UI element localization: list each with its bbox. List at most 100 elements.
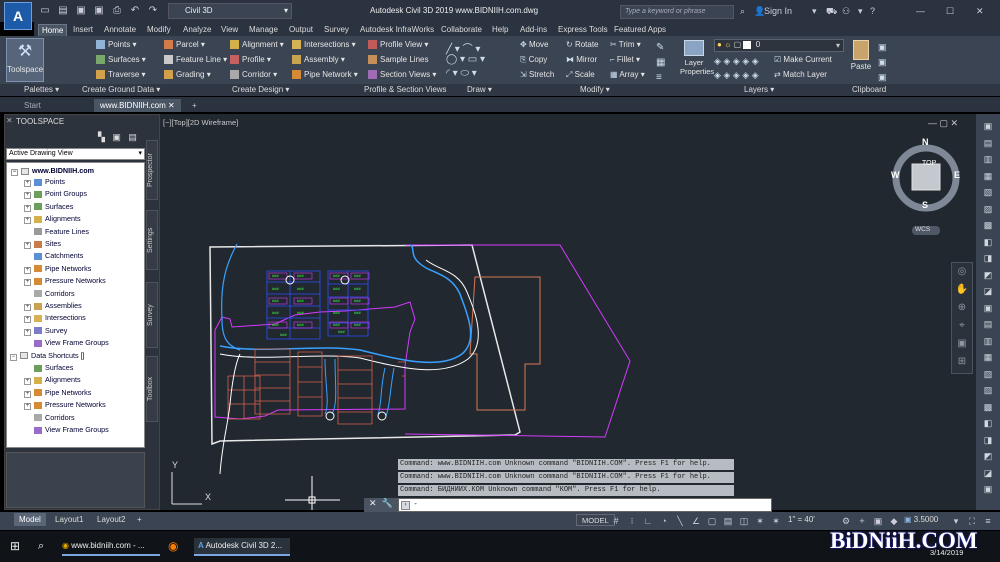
compass-south[interactable]: S [922, 200, 928, 210]
profile-view-button[interactable]: Profile View ▾ [368, 40, 428, 50]
layer-dropdown[interactable]: ● ☼ ▢ 0 ▾ [714, 39, 844, 52]
tree-item[interactable]: + Point Groups [24, 189, 87, 200]
tab-featured-apps[interactable]: Featured Apps [611, 24, 669, 36]
corridor-button[interactable]: Corridor ▾ [230, 70, 277, 80]
mirror-button[interactable]: ⧓ Mirror [566, 55, 597, 65]
isodraft-icon[interactable]: ╲ [674, 515, 686, 527]
redo-icon[interactable]: ↷ [146, 4, 160, 18]
points-button[interactable]: Points ▾ [96, 40, 136, 50]
profile-button[interactable]: Profile ▾ [230, 55, 271, 65]
panel-palettes[interactable]: Palettes ▾ [24, 85, 59, 95]
scale-button[interactable]: ⤢ Scale [566, 70, 595, 80]
tree-item[interactable]: Corridors [24, 289, 75, 298]
panel-modify[interactable]: Modify ▾ [580, 85, 610, 95]
tab-manage[interactable]: Manage [246, 24, 281, 36]
tab-analyze[interactable]: Analyze [180, 24, 214, 36]
clean-screen-icon[interactable]: ⛶ [966, 515, 978, 527]
quick-properties-icon[interactable]: ◆ [888, 515, 900, 527]
open-file-icon[interactable]: ▤ [56, 4, 70, 18]
tree-item[interactable]: + Intersections [24, 313, 86, 324]
side-tab-prospector[interactable]: Prospector [146, 140, 158, 200]
sign-in-button[interactable]: Sign In [764, 4, 792, 18]
alignment-button[interactable]: Alignment ▾ [230, 40, 284, 50]
panel-create-design[interactable]: Create Design ▾ [232, 85, 289, 95]
panel-draw[interactable]: Draw ▾ [467, 85, 492, 95]
stretch-button[interactable]: ⇲ Stretch [520, 70, 554, 80]
compass-north[interactable]: N [922, 137, 929, 147]
copy-button[interactable]: ⎘ Copy [520, 55, 547, 65]
tree-item[interactable]: + Points [24, 177, 65, 187]
tree-item[interactable]: + Pressure Networks [24, 276, 106, 287]
tree-item[interactable]: + Pipe Networks [24, 264, 91, 274]
layout-tab-layout1[interactable]: Layout1 [50, 513, 88, 526]
compass-east[interactable]: E [954, 170, 960, 180]
toolspace-button[interactable]: ⚒ Toolspace [6, 38, 44, 82]
side-tab-settings[interactable]: Settings [146, 210, 158, 270]
tab-insert[interactable]: Insert [70, 24, 96, 36]
parcel-button[interactable]: Parcel ▾ [164, 40, 205, 50]
layout-tab-layout2[interactable]: Layout2 [92, 513, 130, 526]
viewport-controls-label[interactable]: [−][Top][2D Wireframe] [163, 118, 238, 127]
a360-icon[interactable]: ⚇ [842, 4, 850, 18]
snap-icon[interactable]: ⁝ [626, 515, 638, 527]
tab-survey[interactable]: Survey [321, 24, 352, 36]
move-button[interactable]: ✥ Move [520, 40, 549, 50]
annotation-scale[interactable]: 1" = 40' [788, 515, 815, 524]
tree-item[interactable]: Feature Lines [24, 227, 89, 236]
panel-layers[interactable]: Layers ▾ [744, 85, 774, 95]
rotate-button[interactable]: ↻ Rotate [566, 40, 599, 50]
new-layout-button[interactable]: + [132, 513, 147, 526]
viewcube-top-label[interactable]: TOP [922, 160, 936, 167]
tool-palette-icons[interactable]: ▣ ▤ ▥ ▦ ▧ ▨ ▩ ◧ ◨ ◩ ◪ ▣ ▤ ▥ ▦ ▧ ▨ ▩ ◧ ◨ ◩ ◪ ▣ [976, 114, 1000, 498]
layer-tool-icons-row1[interactable]: ◈ ◈ ◈ ◈ ◈ [714, 56, 759, 67]
drawing-viewport[interactable]: ### ### ### ### ### ### ### ### ### ### ### ### #… [160, 114, 976, 510]
traverse-button[interactable]: Traverse ▾ [96, 70, 146, 80]
surfaces-button[interactable]: Surfaces ▾ [96, 55, 146, 65]
tab-output[interactable]: Output [286, 24, 316, 36]
tree-item[interactable]: + Survey [24, 326, 67, 336]
tree-item[interactable]: + Assemblies [24, 301, 82, 311]
tab-help[interactable]: Help [489, 24, 511, 36]
toolspace-close-icon[interactable]: ✕ [6, 116, 13, 125]
tree-item[interactable]: + Sites [24, 239, 61, 249]
save-icon[interactable]: ▣ [74, 4, 88, 18]
trim-button[interactable]: ✂ Trim ▾ [610, 40, 641, 50]
section-views-button[interactable]: Section Views ▾ [368, 70, 436, 80]
tree-shortcut-item[interactable]: Surfaces [24, 363, 73, 372]
sign-in-dropdown-icon[interactable]: ▾ [812, 4, 817, 18]
command-input[interactable]: › - [398, 498, 772, 512]
side-tab-survey[interactable]: Survey [146, 282, 158, 348]
undo-icon[interactable]: ↶ [128, 4, 142, 18]
search-taskbar-icon[interactable]: ⌕ [38, 538, 44, 554]
tab-start[interactable]: Start [18, 99, 47, 112]
paste-button[interactable]: Paste [848, 38, 874, 82]
tree-item[interactable]: + Surfaces [24, 202, 73, 212]
application-menu-button[interactable]: A [4, 2, 32, 30]
tab-express-tools[interactable]: Express Tools [555, 24, 611, 36]
tree-data-shortcuts[interactable]: − Data Shortcuts [] [10, 351, 85, 361]
drawing-canvas[interactable]: ### ### ### ### ### ### ### ### ### ### ### ### #… [160, 114, 976, 510]
modify-extra-icons[interactable]: ✎ ▦ ≡ [656, 40, 665, 85]
match-layer-button[interactable]: ⇄ Match Layer [774, 70, 827, 80]
new-tab-button[interactable]: + [186, 99, 203, 112]
tree-shortcut-item[interactable]: + Pressure Networks [24, 400, 106, 411]
close-tab-icon[interactable]: ✕ [168, 101, 175, 110]
command-customize-icon[interactable]: 🔧 [382, 498, 393, 508]
search-input[interactable]: Type a keyword or phrase [620, 5, 734, 19]
arc-icon[interactable]: ◜ ▾ ⬭ ▾ [446, 68, 477, 79]
taskbar-chrome[interactable]: ◉ www.bidniih.com - ... [62, 538, 160, 556]
close-icon[interactable]: ✕ [976, 4, 984, 18]
array-button[interactable]: ▦ Array ▾ [610, 70, 645, 80]
layout-tab-model[interactable]: Model [14, 513, 46, 526]
tree-shortcut-item[interactable]: View Frame Groups [24, 425, 109, 434]
fillet-button[interactable]: ⌐ Fillet ▾ [610, 55, 640, 65]
panel-create-ground-data[interactable]: Create Ground Data ▾ [82, 85, 160, 95]
maximize-icon[interactable]: ☐ [946, 4, 954, 18]
cart-icon[interactable]: ⛟ [826, 4, 837, 18]
command-prompt-icon[interactable]: › [401, 501, 410, 510]
osnap-tracking-icon[interactable]: ∠ [690, 515, 702, 527]
windows-start-icon[interactable]: ⊞ [10, 538, 20, 554]
firefox-icon[interactable]: ◉ [168, 538, 178, 554]
tab-addins[interactable]: Add-ins [517, 24, 550, 36]
tab-home[interactable]: Home [38, 24, 68, 36]
